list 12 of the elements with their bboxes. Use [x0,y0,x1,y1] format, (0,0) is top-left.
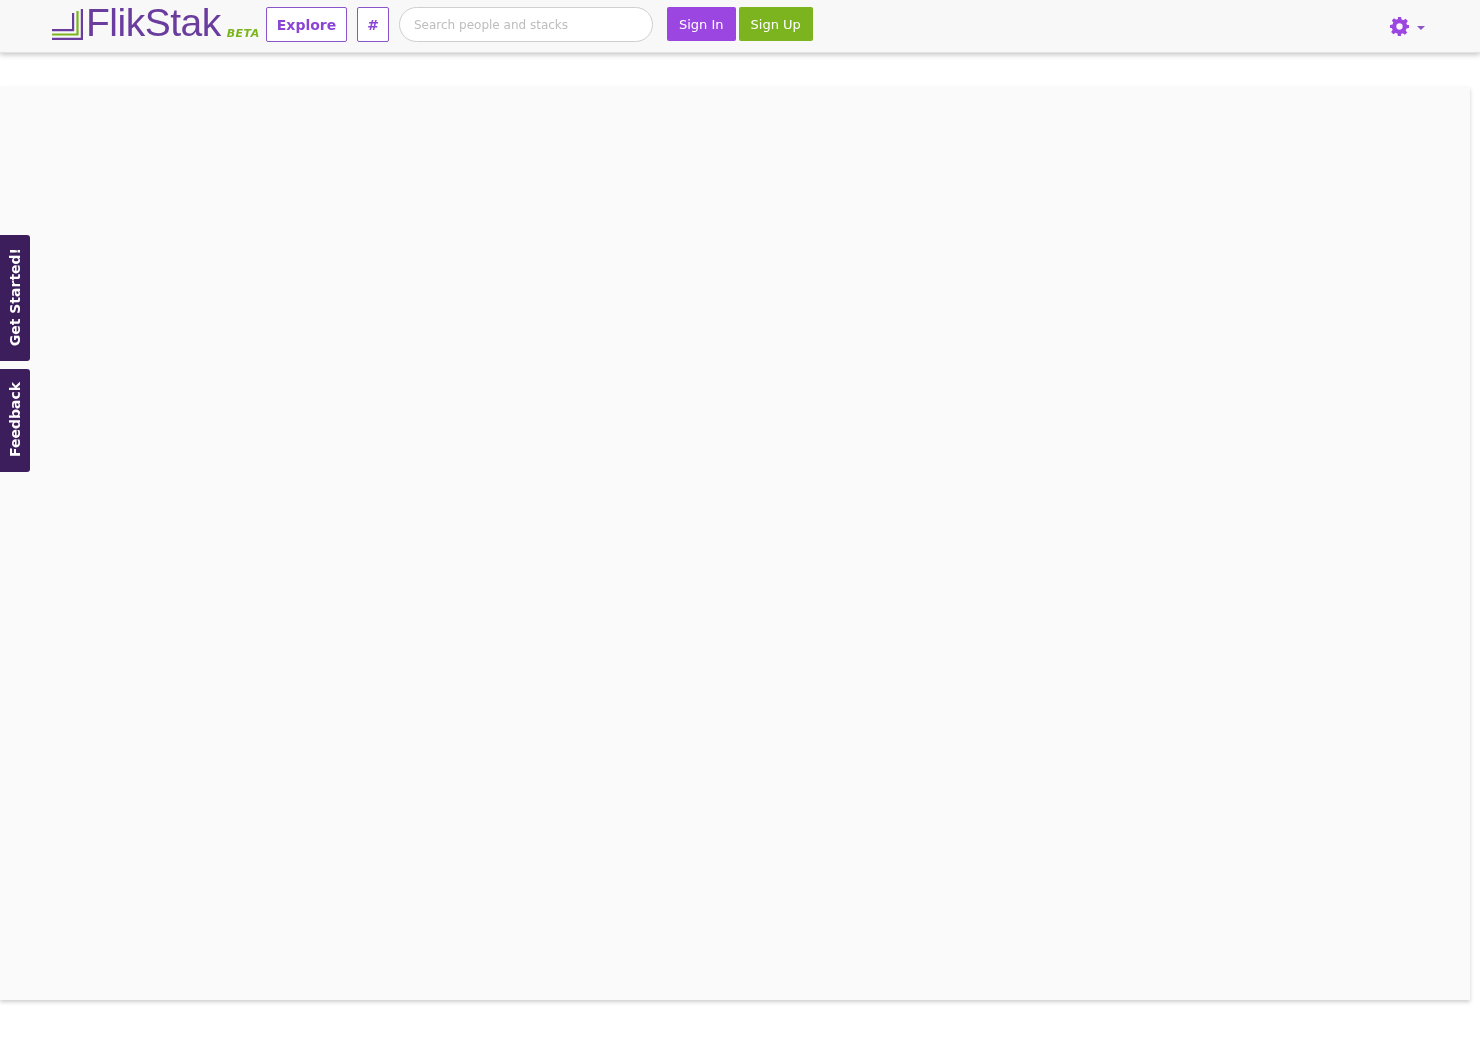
hashtag-button[interactable]: # [357,7,389,42]
beta-label: BETA [226,28,260,39]
gear-icon [1390,17,1409,36]
logo-icon [52,9,83,40]
caret-icon [1417,25,1425,30]
side-tab[interactable]: Get Started! [0,235,30,362]
search-field[interactable]: Search people and stacks [399,7,653,42]
explore-button[interactable]: Explore [266,7,347,42]
sign-in-button[interactable]: Sign In [667,7,736,41]
brand-name: FlikStak [86,3,221,42]
settings-menu-button[interactable] [1390,17,1425,36]
side-tab[interactable]: Feedback [0,369,30,473]
